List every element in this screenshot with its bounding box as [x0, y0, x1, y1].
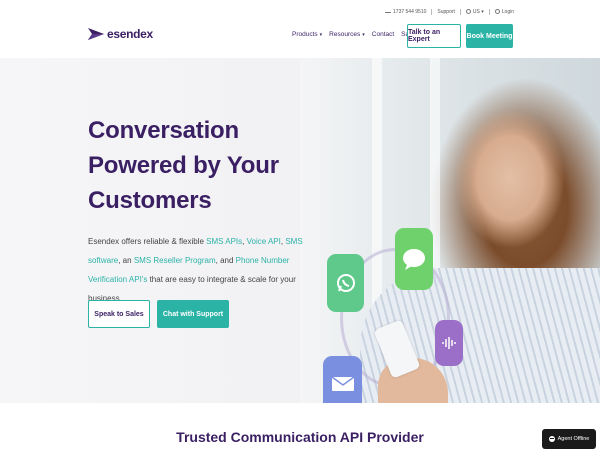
login-label: Login [501, 9, 514, 15]
sms-reseller-link[interactable]: SMS Reseller Program [134, 256, 216, 265]
hero-headline: Conversation Powered by Your Customers [88, 113, 279, 218]
email-icon [323, 356, 362, 403]
divider [488, 9, 490, 15]
globe-icon [465, 9, 471, 15]
voice-wave-icon [435, 320, 463, 366]
voice-api-link[interactable]: Voice API [247, 237, 281, 246]
section-title: Trusted Communication API Provider [176, 429, 424, 445]
phone-link[interactable]: 1737 544 9510 [385, 9, 426, 15]
region-selector[interactable]: US ▾ [465, 9, 484, 15]
chat-widget-icon [548, 436, 555, 442]
chevron-down-icon: ▾ [319, 32, 323, 38]
phone-number: 1737 544 9510 [393, 9, 427, 15]
talk-to-expert-button[interactable]: Talk to an Expert [407, 24, 461, 48]
region-label: US [472, 9, 480, 15]
speak-to-sales-button[interactable]: Speak to Sales [88, 300, 150, 328]
user-icon [494, 9, 500, 15]
headline-line: Powered by Your [88, 152, 279, 179]
description-text: , an [118, 256, 134, 265]
login-link[interactable]: Login [494, 9, 514, 15]
sms-apis-link[interactable]: SMS APIs [206, 237, 242, 246]
chat-widget[interactable]: Agent Offline [542, 429, 596, 449]
book-meeting-button[interactable]: Book Meeting [466, 24, 513, 48]
chat-widget-label: Agent Offline [557, 436, 590, 442]
headline-line: Conversation [88, 117, 239, 144]
description-text: Esendex offers reliable & flexible [88, 237, 207, 246]
divider [459, 9, 461, 15]
nav-item-contact[interactable]: Contact [372, 31, 394, 38]
nav-label: Products [292, 31, 318, 38]
chevron-down-icon: ▾ [362, 32, 365, 38]
whatsapp-icon [327, 254, 364, 312]
divider [431, 9, 433, 15]
phone-icon [385, 9, 392, 13]
hero-description: Esendex offers reliable & flexible SMS A… [88, 232, 318, 308]
description-text: , and [215, 256, 236, 265]
chat-with-support-button[interactable]: Chat with Support [157, 300, 229, 328]
logo-text: esendex [107, 27, 153, 41]
nav-label: Resources [329, 31, 361, 38]
support-link[interactable]: Support [437, 9, 455, 15]
nav-item-resources[interactable]: Resources ▾ [329, 31, 365, 38]
nav-item-products[interactable]: Products ▾ [292, 31, 322, 38]
logo-mark-icon [88, 28, 104, 40]
utility-bar: 1737 544 9510 Support US ▾ Login [385, 9, 514, 15]
site-header: 1737 544 9510 Support US ▾ Login esendex… [0, 0, 600, 58]
hero-section: Conversation Powered by Your Customers E… [0, 58, 600, 403]
chat-bubble-icon [395, 228, 433, 290]
headline-line: Customers [88, 187, 212, 214]
main-nav: Products▾ Resources▾ Contact Sales [292, 31, 417, 38]
logo[interactable]: esendex [88, 27, 153, 41]
